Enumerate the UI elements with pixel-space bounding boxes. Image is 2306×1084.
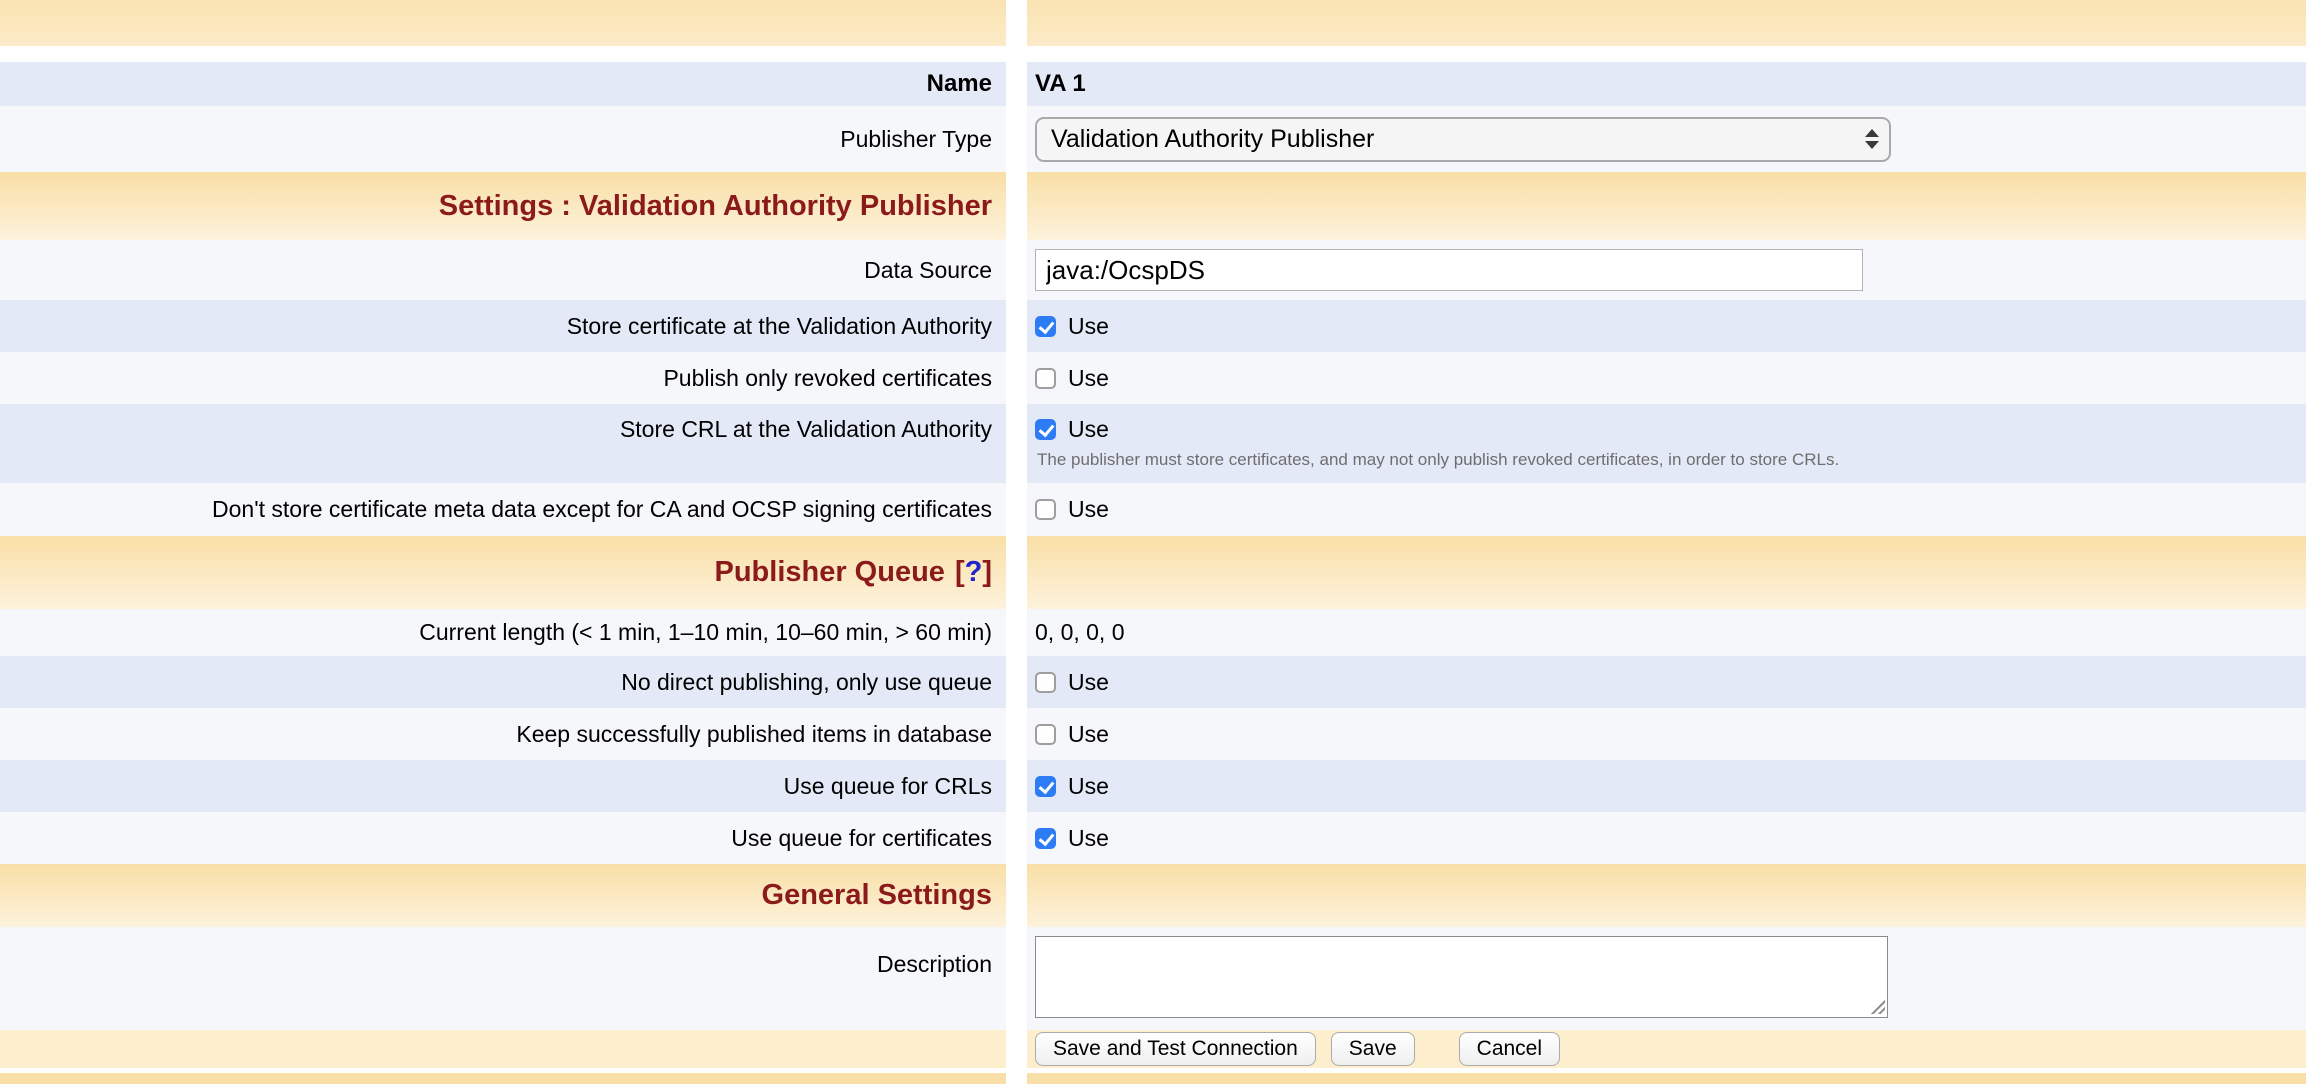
publisher-type-label: Publisher Type bbox=[840, 126, 992, 153]
row-current-length: Current length (< 1 min, 1–10 min, 10–60… bbox=[0, 609, 2306, 656]
select-stepper-icon bbox=[1865, 129, 1879, 149]
row-store-certificate: Store certificate at the Validation Auth… bbox=[0, 300, 2306, 352]
bottom-band bbox=[0, 1073, 2306, 1084]
row-no-direct-publishing: No direct publishing, only use queue Use bbox=[0, 656, 2306, 708]
publish-only-revoked-label: Publish only revoked certificates bbox=[663, 365, 992, 392]
row-name: Name VA 1 bbox=[0, 62, 2306, 106]
use-label: Use bbox=[1068, 365, 1109, 392]
description-textarea[interactable] bbox=[1035, 936, 1888, 1018]
store-crl-checkbox[interactable] bbox=[1035, 419, 1056, 440]
description-label: Description bbox=[877, 951, 992, 978]
use-label: Use bbox=[1068, 669, 1109, 696]
store-certificate-label: Store certificate at the Validation Auth… bbox=[567, 313, 992, 340]
store-certificate-checkbox[interactable] bbox=[1035, 316, 1056, 337]
row-publisher-type: Publisher Type Validation Authority Publ… bbox=[0, 106, 2306, 172]
use-label: Use bbox=[1068, 773, 1109, 800]
name-value: VA 1 bbox=[1035, 70, 1086, 98]
data-source-label: Data Source bbox=[864, 257, 992, 284]
cancel-button[interactable]: Cancel bbox=[1459, 1032, 1560, 1066]
use-queue-crls-checkbox[interactable] bbox=[1035, 776, 1056, 797]
current-length-label: Current length (< 1 min, 1–10 min, 10–60… bbox=[419, 619, 992, 646]
use-label: Use bbox=[1068, 416, 1109, 443]
store-crl-note: The publisher must store certificates, a… bbox=[1037, 450, 1839, 470]
use-queue-crls-label: Use queue for CRLs bbox=[784, 773, 992, 800]
row-settings-header: Settings : Validation Authority Publishe… bbox=[0, 172, 2306, 240]
help-bracket-open: [ bbox=[955, 556, 965, 588]
save-button[interactable]: Save bbox=[1331, 1032, 1415, 1066]
use-queue-certificates-checkbox[interactable] bbox=[1035, 828, 1056, 849]
row-publisher-queue-header: Publisher Queue[?] bbox=[0, 536, 2306, 609]
publisher-type-select[interactable]: Validation Authority Publisher bbox=[1035, 117, 1891, 162]
store-crl-label: Store CRL at the Validation Authority bbox=[620, 416, 992, 443]
row-description: Description bbox=[0, 927, 2306, 1030]
data-source-input[interactable] bbox=[1035, 249, 1863, 291]
publisher-queue-title: Publisher Queue[?] bbox=[714, 556, 992, 589]
row-use-queue-crls: Use queue for CRLs Use bbox=[0, 760, 2306, 812]
name-label: Name bbox=[927, 70, 992, 98]
publisher-queue-help-link[interactable]: ? bbox=[965, 556, 983, 588]
top-band bbox=[0, 0, 2306, 46]
save-and-test-connection-button[interactable]: Save and Test Connection bbox=[1035, 1032, 1316, 1066]
publisher-type-selected-value: Validation Authority Publisher bbox=[1051, 125, 1374, 154]
use-label: Use bbox=[1068, 496, 1109, 523]
dont-store-meta-label: Don't store certificate meta data except… bbox=[212, 496, 992, 523]
row-data-source: Data Source bbox=[0, 240, 2306, 300]
use-queue-certificates-label: Use queue for certificates bbox=[731, 825, 992, 852]
row-keep-published: Keep successfully published items in dat… bbox=[0, 708, 2306, 760]
current-length-value: 0, 0, 0, 0 bbox=[1035, 619, 1125, 646]
use-label: Use bbox=[1068, 825, 1109, 852]
row-dont-store-meta: Don't store certificate meta data except… bbox=[0, 483, 2306, 536]
row-publish-only-revoked: Publish only revoked certificates Use bbox=[0, 352, 2306, 404]
publish-only-revoked-checkbox[interactable] bbox=[1035, 368, 1056, 389]
keep-published-checkbox[interactable] bbox=[1035, 724, 1056, 745]
general-settings-title: General Settings bbox=[762, 879, 992, 912]
use-label: Use bbox=[1068, 313, 1109, 340]
row-store-crl: Store CRL at the Validation Authority Us… bbox=[0, 404, 2306, 483]
help-bracket-close: ] bbox=[982, 556, 992, 588]
row-general-settings-header: General Settings bbox=[0, 864, 2306, 927]
band-gap bbox=[0, 46, 2306, 62]
dont-store-meta-checkbox[interactable] bbox=[1035, 499, 1056, 520]
use-label: Use bbox=[1068, 721, 1109, 748]
no-direct-publishing-label: No direct publishing, only use queue bbox=[621, 669, 992, 696]
row-buttons: Save and Test Connection Save Cancel bbox=[0, 1030, 2306, 1068]
settings-section-title: Settings : Validation Authority Publishe… bbox=[439, 190, 992, 223]
keep-published-label: Keep successfully published items in dat… bbox=[516, 721, 992, 748]
edit-publisher-form: Name VA 1 Publisher Type Validation Auth… bbox=[0, 0, 2306, 1084]
no-direct-publishing-checkbox[interactable] bbox=[1035, 672, 1056, 693]
row-use-queue-certificates: Use queue for certificates Use bbox=[0, 812, 2306, 864]
